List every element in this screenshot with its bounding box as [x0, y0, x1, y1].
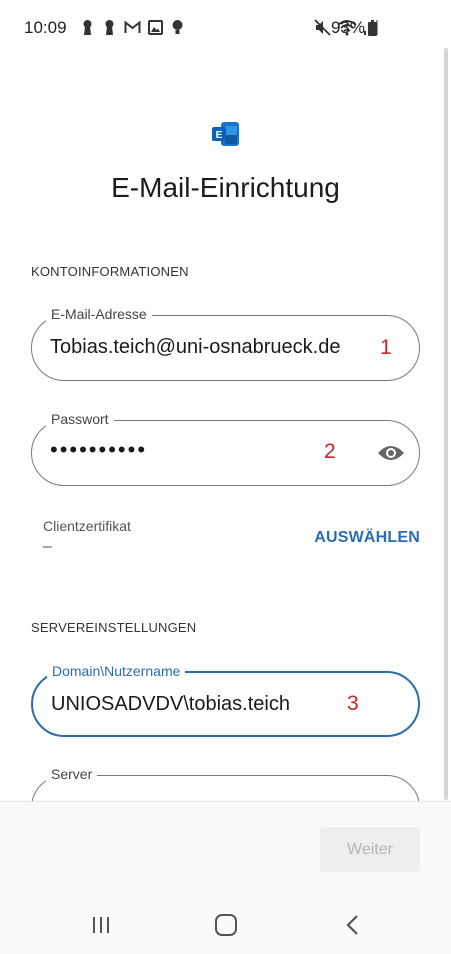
mute-icon — [314, 19, 331, 36]
status-time: 10:09 — [24, 18, 67, 37]
next-button[interactable]: Weiter — [320, 827, 420, 872]
page-title: E-Mail-Einrichtung — [111, 172, 340, 203]
lightbulb-icon — [172, 20, 183, 34]
password-field-value: •••••••••• — [50, 437, 148, 462]
battery-percentage: 93% — [330, 18, 365, 37]
section-label-account: KONTOINFORMATIONEN — [31, 264, 189, 279]
bottom-action-bar: Weiter — [0, 801, 451, 895]
scrollbar[interactable] — [444, 48, 448, 800]
domain-username-label: Domain\Nutzername — [47, 663, 186, 679]
email-field-label: E-Mail-Adresse — [46, 306, 152, 322]
svg-text:E: E — [216, 130, 223, 141]
status-bar: 10:09 93% — [0, 0, 451, 60]
password-field-label: Passwort — [46, 411, 114, 427]
gmail-icon — [124, 20, 141, 33]
select-cert-button[interactable]: AUSWÄHLEN — [314, 529, 420, 547]
gallery-icon — [148, 20, 163, 35]
eye-icon[interactable] — [377, 443, 405, 463]
annotation-1: 1 — [380, 336, 392, 359]
notification-icons — [80, 19, 185, 36]
navigation-bar — [0, 895, 451, 954]
domain-username-field[interactable]: Domain\Nutzername UNIOSADVDV\tobias.teic… — [31, 663, 420, 737]
client-cert-value: – — [43, 538, 52, 555]
keyhole-icon — [105, 20, 114, 35]
domain-username-value: UNIOSADVDV\tobias.teich — [51, 693, 290, 715]
annotation-2: 2 — [324, 440, 336, 463]
keyhole-icon — [83, 20, 92, 35]
server-field-label: Server — [46, 766, 98, 782]
exchange-logo-icon: E — [212, 122, 239, 146]
section-label-server: SERVEREINSTELLUNGEN — [31, 620, 197, 635]
battery-icon — [368, 20, 377, 36]
email-field-value: Tobias.teich@uni-osnabrueck.de — [50, 336, 341, 358]
recent-apps-icon[interactable] — [91, 915, 111, 935]
home-icon[interactable] — [215, 914, 237, 936]
password-field[interactable]: Passwort •••••••••• 2 — [31, 411, 420, 486]
client-cert-label: Clientzertifikat — [43, 518, 131, 534]
annotation-3: 3 — [347, 692, 359, 715]
back-icon[interactable] — [343, 914, 363, 936]
email-field[interactable]: E-Mail-Adresse Tobias.teich@uni-osnabrue… — [31, 306, 420, 381]
